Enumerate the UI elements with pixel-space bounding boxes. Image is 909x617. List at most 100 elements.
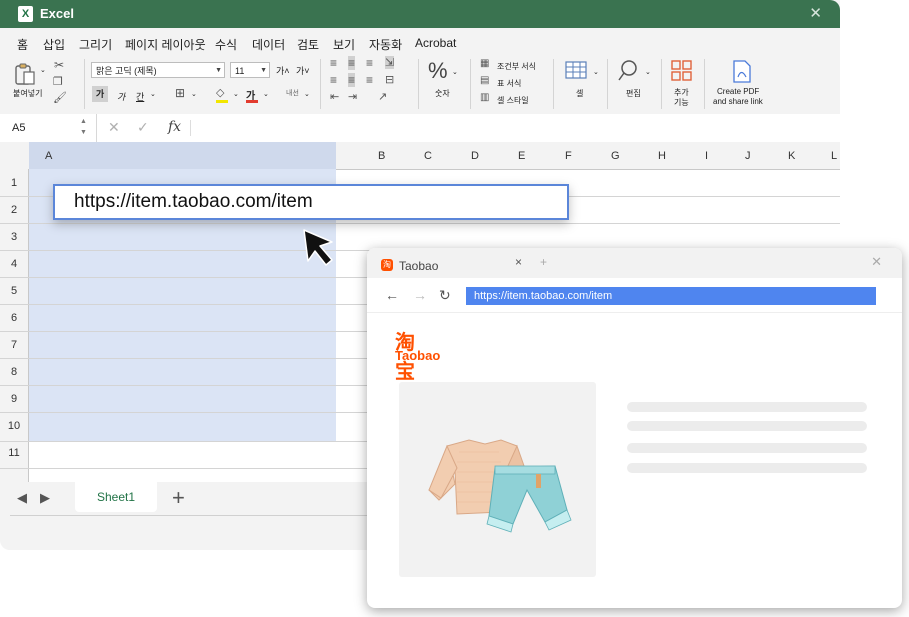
font-name-select[interactable]: 맑은 고딕 (제목) ▼ bbox=[91, 62, 225, 78]
address-bar[interactable]: https://item.taobao.com/item bbox=[466, 287, 876, 305]
column-c-header[interactable]: C bbox=[424, 150, 432, 162]
column-a-header[interactable]: A bbox=[29, 142, 336, 170]
confirm-icon[interactable]: ✓ bbox=[137, 119, 149, 136]
new-tab-icon[interactable]: + bbox=[540, 255, 547, 269]
tab-data[interactable]: 데이터 bbox=[252, 36, 285, 53]
tab-close-icon[interactable]: × bbox=[515, 255, 522, 269]
table-format-icon[interactable]: ▤ bbox=[480, 75, 489, 86]
tab-home[interactable]: 홈 bbox=[17, 36, 28, 53]
align-right-icon[interactable]: ≡ bbox=[366, 73, 373, 87]
row-header-4[interactable]: 4 bbox=[0, 258, 28, 270]
conditional-format-icon[interactable]: ▦ bbox=[480, 58, 489, 69]
increase-font-icon[interactable]: 가˄ bbox=[276, 64, 290, 77]
orientation-icon[interactable]: ↗ bbox=[378, 90, 387, 103]
underline-button[interactable]: 간 bbox=[136, 90, 144, 103]
browser-tab-taobao[interactable]: 淘 Taobao × bbox=[375, 252, 531, 278]
chevron-down-icon[interactable]: ⌄ bbox=[263, 90, 269, 98]
name-box-stepper-icon[interactable]: ▲ ▼ bbox=[80, 116, 87, 138]
search-icon[interactable] bbox=[617, 59, 641, 83]
horizontal-scrollbar[interactable] bbox=[10, 515, 370, 516]
column-j-header[interactable]: J bbox=[745, 150, 751, 162]
tab-draw[interactable]: 그리기 bbox=[79, 36, 112, 53]
column-l-header[interactable]: L bbox=[831, 150, 837, 162]
chevron-down-icon[interactable]: ⌄ bbox=[645, 68, 651, 76]
align-center-icon[interactable]: ≡ bbox=[348, 73, 356, 87]
font-size-select[interactable]: 11 ▼ bbox=[230, 62, 270, 78]
chevron-down-icon[interactable]: ⌄ bbox=[593, 68, 599, 76]
add-sheet-icon[interactable]: + bbox=[172, 485, 185, 511]
italic-button[interactable]: 가 bbox=[117, 90, 125, 103]
cell-styles-button[interactable]: 셀 스타일 bbox=[497, 95, 529, 106]
row-header-8[interactable]: 8 bbox=[0, 366, 28, 378]
row-header-9[interactable]: 9 bbox=[0, 393, 28, 405]
create-pdf-icon[interactable] bbox=[731, 60, 753, 84]
share-link-label[interactable]: and share link bbox=[713, 97, 763, 106]
column-i-header[interactable]: I bbox=[705, 150, 708, 162]
tab-page-layout[interactable]: 페이지 레이아웃 bbox=[125, 36, 206, 53]
increase-indent-icon[interactable]: ⇥ bbox=[348, 90, 357, 103]
format-painter-icon[interactable]: 🖌 bbox=[53, 91, 67, 104]
borders-icon[interactable]: ⊞ bbox=[175, 86, 185, 100]
chevron-down-icon[interactable]: ⌄ bbox=[452, 68, 458, 76]
prev-sheet-icon[interactable]: ◀ bbox=[17, 490, 27, 506]
percent-icon[interactable]: % bbox=[428, 58, 448, 84]
product-image[interactable] bbox=[399, 382, 596, 577]
column-g-header[interactable]: G bbox=[611, 150, 620, 162]
row-header-7[interactable]: 7 bbox=[0, 339, 28, 351]
row-header-6[interactable]: 6 bbox=[0, 312, 28, 324]
chevron-down-icon[interactable]: ⌄ bbox=[233, 90, 239, 98]
cut-icon[interactable]: ✂ bbox=[54, 58, 64, 72]
paste-dropdown-icon[interactable]: ⌄ bbox=[40, 66, 46, 74]
close-icon[interactable]: ✕ bbox=[809, 4, 822, 22]
create-pdf-label[interactable]: Create PDF bbox=[717, 87, 759, 96]
forward-icon[interactable]: → bbox=[413, 287, 427, 303]
paste-icon[interactable] bbox=[14, 62, 36, 86]
chevron-down-icon[interactable]: ⌄ bbox=[304, 90, 310, 98]
cells-icon[interactable] bbox=[565, 60, 587, 80]
table-format-button[interactable]: 표 서식 bbox=[497, 78, 521, 89]
row-header-10[interactable]: 10 bbox=[0, 420, 28, 432]
tab-formulas[interactable]: 수식 bbox=[215, 36, 237, 53]
chevron-down-icon[interactable]: ⌄ bbox=[191, 90, 197, 98]
tab-view[interactable]: 보기 bbox=[333, 36, 355, 53]
column-k-header[interactable]: K bbox=[788, 150, 795, 162]
decrease-indent-icon[interactable]: ⇤ bbox=[330, 90, 339, 103]
insert-function-button[interactable]: fx bbox=[168, 119, 181, 135]
column-f-header[interactable]: F bbox=[565, 150, 572, 162]
sheet-tab-sheet1[interactable]: Sheet1 bbox=[75, 482, 157, 512]
chevron-down-icon[interactable]: ⌄ bbox=[150, 90, 156, 98]
row-header-3[interactable]: 3 bbox=[0, 231, 28, 243]
align-top-icon[interactable]: ≡ bbox=[330, 56, 337, 70]
merge-center-icon[interactable]: ⊟ bbox=[385, 73, 394, 86]
column-b-header[interactable]: B bbox=[378, 150, 385, 162]
fill-color-icon[interactable]: ◇ bbox=[216, 86, 224, 99]
row-header-11[interactable]: 11 bbox=[0, 447, 28, 459]
align-left-icon[interactable]: ≡ bbox=[330, 73, 337, 87]
tab-acrobat[interactable]: Acrobat bbox=[415, 36, 456, 50]
back-icon[interactable]: ← bbox=[385, 287, 399, 303]
row-header-5[interactable]: 5 bbox=[0, 285, 28, 297]
cell-styles-icon[interactable]: ▥ bbox=[480, 92, 489, 103]
tab-automate[interactable]: 자동화 bbox=[369, 36, 402, 53]
decrease-font-icon[interactable]: 가˅ bbox=[296, 64, 310, 77]
align-middle-icon[interactable]: ≡ bbox=[348, 56, 356, 70]
phonetic-label[interactable]: 내선 bbox=[286, 88, 299, 98]
bold-button[interactable]: 가 bbox=[92, 86, 108, 102]
name-box[interactable]: A5 ▲ ▼ bbox=[0, 114, 97, 142]
column-e-header[interactable]: E bbox=[518, 150, 525, 162]
url-cell[interactable]: https://item.taobao.com/item bbox=[53, 184, 569, 220]
tab-insert[interactable]: 삽입 bbox=[43, 36, 65, 53]
column-d-header[interactable]: D bbox=[471, 150, 479, 162]
copy-icon[interactable]: ❐ bbox=[53, 75, 63, 88]
cancel-icon[interactable]: ✕ bbox=[108, 119, 120, 136]
reload-icon[interactable]: ↻ bbox=[439, 287, 451, 304]
row-header-2[interactable]: 2 bbox=[0, 204, 28, 216]
tab-review[interactable]: 검토 bbox=[297, 36, 319, 53]
conditional-format-button[interactable]: 조건부 서식 bbox=[497, 61, 536, 72]
row-header-1[interactable]: 1 bbox=[0, 177, 28, 189]
window-close-icon[interactable]: ✕ bbox=[871, 254, 882, 270]
column-h-header[interactable]: H bbox=[658, 150, 666, 162]
wrap-text-icon[interactable]: ⇲ bbox=[385, 56, 395, 69]
next-sheet-icon[interactable]: ▶ bbox=[40, 490, 50, 506]
addins-icon[interactable] bbox=[671, 60, 693, 82]
